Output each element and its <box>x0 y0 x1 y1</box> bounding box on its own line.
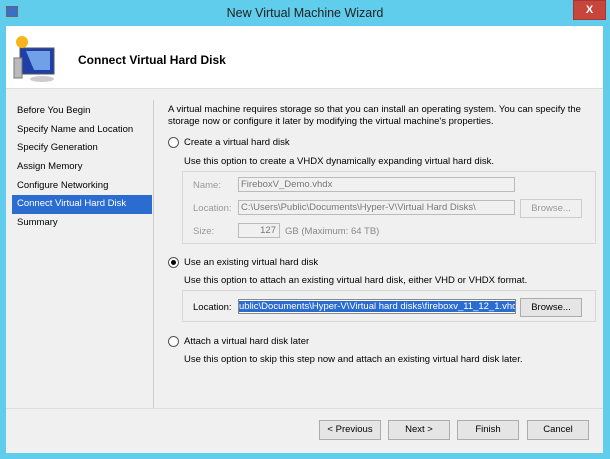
existing-location-label: Location: <box>193 302 232 313</box>
name-input[interactable]: FireboxV_Demo.vhdx <box>238 177 515 192</box>
nav-summary[interactable]: Summary <box>12 214 152 233</box>
previous-button[interactable]: < Previous <box>319 420 381 440</box>
nav-specify-name[interactable]: Specify Name and Location <box>12 121 152 140</box>
existing-vhd-desc: Use this option to attach an existing vi… <box>184 275 528 286</box>
create-vhd-desc: Use this option to create a VHDX dynamic… <box>184 156 494 167</box>
size-input[interactable]: 127 <box>238 223 280 238</box>
nav-configure-networking[interactable]: Configure Networking <box>12 177 152 196</box>
attach-later-desc: Use this option to skip this step now an… <box>184 354 523 365</box>
create-vhd-radio[interactable] <box>168 137 179 148</box>
existing-vhd-radio[interactable] <box>168 257 179 268</box>
divider <box>6 408 603 409</box>
cancel-button[interactable]: Cancel <box>527 420 589 440</box>
existing-vhd-label[interactable]: Use an existing virtual hard disk <box>184 257 318 268</box>
divider <box>153 100 154 408</box>
intro-text: A virtual machine requires storage so th… <box>168 104 581 127</box>
wizard-steps: Before You Begin Specify Name and Locati… <box>12 102 152 233</box>
size-label: Size: <box>193 226 215 237</box>
close-button[interactable]: X <box>573 0 606 20</box>
create-location-input[interactable]: C:\Users\Public\Documents\Hyper-V\Virtua… <box>238 200 515 215</box>
page-title: Connect Virtual Hard Disk <box>78 53 226 67</box>
create-browse-button[interactable]: Browse... <box>520 199 582 218</box>
existing-vhd-group: Location: ublic\Documents\Hyper-V\Virtua… <box>182 290 596 322</box>
nav-assign-memory[interactable]: Assign Memory <box>12 158 152 177</box>
nav-connect-vhd[interactable]: Connect Virtual Hard Disk <box>12 195 152 215</box>
nav-specify-generation[interactable]: Specify Generation <box>12 139 152 158</box>
existing-location-input[interactable]: ublic\Documents\Hyper-V\Virtual hard dis… <box>238 299 516 314</box>
location-label: Location: <box>193 203 232 214</box>
nav-before-you-begin[interactable]: Before You Begin <box>12 102 152 121</box>
create-vhd-label[interactable]: Create a virtual hard disk <box>184 137 290 148</box>
existing-location-value: ublic\Documents\Hyper-V\Virtual hard dis… <box>239 301 516 312</box>
name-label: Name: <box>193 180 221 191</box>
size-unit: GB (Maximum: 64 TB) <box>285 226 380 237</box>
attach-later-label[interactable]: Attach a virtual hard disk later <box>184 336 309 347</box>
existing-browse-button[interactable]: Browse... <box>520 298 582 317</box>
next-button[interactable]: Next > <box>388 420 450 440</box>
window-title: New Virtual Machine Wizard <box>226 6 384 20</box>
attach-later-radio[interactable] <box>168 336 179 347</box>
monitor-star-icon <box>13 36 55 82</box>
create-vhd-group: Name: FireboxV_Demo.vhdx Location: C:\Us… <box>182 171 596 244</box>
finish-button[interactable]: Finish <box>457 420 519 440</box>
